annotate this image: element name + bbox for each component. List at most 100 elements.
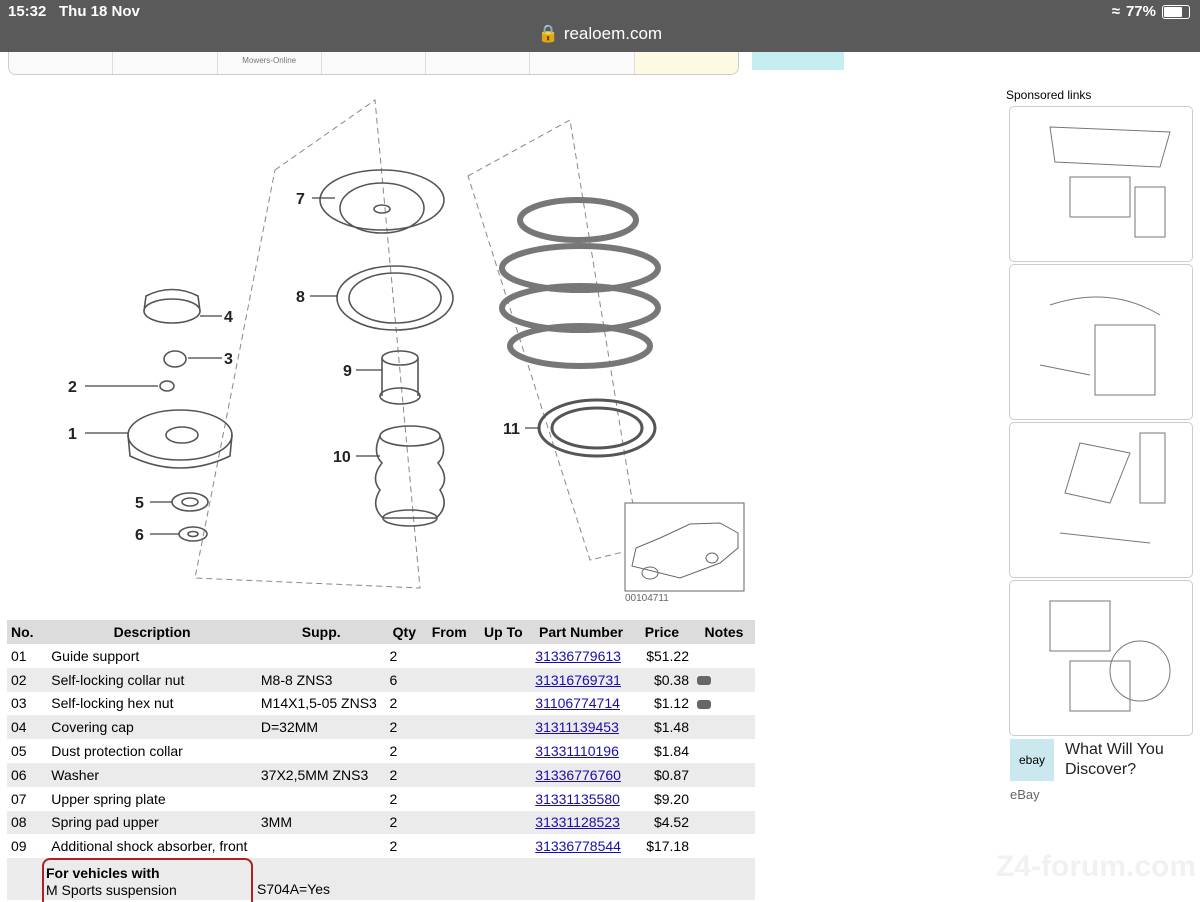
ad-image[interactable] bbox=[1009, 264, 1193, 420]
cell-from bbox=[423, 762, 476, 787]
related-thumb[interactable] bbox=[321, 52, 427, 74]
cell-part-number: 31336776760 bbox=[531, 762, 631, 787]
cell-from bbox=[423, 644, 475, 668]
cell-qty: 2 bbox=[389, 647, 398, 664]
cell-description: Self-locking hex nut bbox=[51, 695, 174, 712]
cell-qty: 6 bbox=[385, 667, 424, 692]
cell-qty: 2 bbox=[389, 743, 398, 760]
cell-description: Spring pad upper bbox=[47, 810, 257, 835]
related-thumb[interactable]: Mowers-Online bbox=[217, 52, 322, 74]
cell-from bbox=[423, 667, 476, 692]
callout-label: 1 bbox=[68, 426, 77, 443]
cell-supp: M8-8 ZNS3 bbox=[256, 667, 386, 692]
table-row: 01 Guide support 2 31336779613 $51.22 bbox=[7, 644, 755, 668]
part-number-link[interactable]: 31336778544 bbox=[535, 838, 621, 854]
cell-description: Guide support bbox=[51, 647, 140, 664]
lock-icon: 🔒 bbox=[537, 24, 560, 43]
address-bar[interactable]: 🔒 realoem.com bbox=[0, 24, 1200, 44]
callout-label: 6 bbox=[135, 527, 144, 544]
cell-upto bbox=[475, 739, 531, 763]
table-header-row: No. Description Supp. Qty From Up To Par… bbox=[7, 620, 755, 644]
washer-drawing bbox=[178, 526, 208, 542]
part-number-link[interactable]: 31106774714 bbox=[535, 695, 620, 711]
cell-no: 09 bbox=[11, 838, 27, 855]
dashboard-diagram-icon bbox=[1049, 126, 1171, 238]
cell-no: 07 bbox=[11, 790, 27, 807]
table-row: 05 Dust protection collar 2 31331110196 $1.8… bbox=[7, 739, 755, 763]
url-text: realoem.com bbox=[563, 24, 663, 43]
related-thumb[interactable] bbox=[530, 52, 635, 74]
cell-qty: 2 bbox=[385, 715, 424, 740]
ad-banner-fragment[interactable] bbox=[752, 52, 844, 70]
cell-supp bbox=[257, 644, 386, 668]
vehicle-condition-value: S704A=Yes bbox=[257, 881, 331, 897]
ad-image[interactable] bbox=[1009, 580, 1193, 736]
part-number-link[interactable]: 31336779613 bbox=[535, 648, 621, 664]
cell-upto bbox=[475, 692, 531, 716]
battery-icon bbox=[1162, 4, 1190, 19]
cell-supp: M14X1,5-05 ZNS3 bbox=[260, 695, 377, 712]
diagram-panel bbox=[467, 119, 641, 561]
table-row: 04 Covering cap D=32MM 2 31311139453 $1.48 bbox=[7, 715, 755, 740]
cell-part-number: 31331128523 bbox=[531, 810, 631, 835]
vehicle-condition-title: For vehicles with bbox=[46, 865, 160, 881]
cell-price: $1.12 bbox=[653, 695, 690, 712]
cell-description: Covering cap bbox=[47, 715, 257, 740]
callout-label: 8 bbox=[296, 289, 305, 306]
part-number-link[interactable]: 31331135580 bbox=[535, 791, 620, 807]
seat-diagram-icon bbox=[1059, 432, 1166, 544]
cell-qty: 2 bbox=[389, 695, 398, 712]
guide-support-drawing bbox=[127, 409, 233, 469]
ad-title[interactable]: What Will You Discover? bbox=[1065, 740, 1190, 780]
cell-supp: 37X2,5MM ZNS3 bbox=[256, 762, 386, 787]
ebay-logo[interactable]: ebay bbox=[1010, 739, 1054, 781]
related-thumb[interactable] bbox=[9, 52, 114, 74]
related-thumb[interactable] bbox=[426, 52, 531, 74]
column-header: Part Number bbox=[531, 620, 631, 644]
cell-from bbox=[423, 810, 476, 835]
cell-part-number: 31336778544 bbox=[531, 834, 631, 858]
cell-qty: 2 bbox=[385, 810, 424, 835]
column-header: Qty bbox=[385, 620, 424, 644]
related-thumb[interactable] bbox=[634, 52, 738, 74]
camera-icon[interactable] bbox=[697, 676, 712, 686]
cooling-diagram-icon bbox=[1039, 296, 1161, 396]
cell-price: $17.18 bbox=[646, 838, 690, 855]
cell-qty: 2 bbox=[389, 838, 398, 855]
callout-label: 2 bbox=[68, 379, 77, 396]
part-number-link[interactable]: 31331128523 bbox=[535, 814, 620, 830]
cell-supp bbox=[257, 834, 386, 858]
status-date: Thu 18 Nov bbox=[59, 3, 140, 20]
callout-label: 11 bbox=[503, 421, 520, 438]
vehicle-condition-row: For vehicles with M Sports suspension S7… bbox=[7, 858, 755, 902]
related-thumb[interactable] bbox=[113, 52, 218, 74]
vehicle-condition-text: M Sports suspension bbox=[46, 882, 177, 898]
cell-notes bbox=[693, 787, 755, 811]
cell-no: 06 bbox=[7, 762, 48, 787]
cell-part-number: 31331135580 bbox=[531, 787, 631, 811]
part-number-link[interactable]: 31311139453 bbox=[535, 719, 619, 735]
cell-notes bbox=[693, 715, 755, 740]
cell-part-number: 31106774714 bbox=[531, 692, 631, 716]
cell-upto bbox=[475, 787, 531, 811]
part-number-link[interactable]: 31331110196 bbox=[535, 743, 619, 759]
part-number-link[interactable]: 31316769731 bbox=[535, 672, 621, 688]
callout-label: 5 bbox=[135, 495, 144, 512]
cell-upto bbox=[475, 644, 531, 668]
related-diagrams-strip: Mowers-Online bbox=[8, 52, 739, 75]
camera-icon[interactable] bbox=[697, 700, 712, 710]
cell-upto bbox=[475, 834, 531, 858]
cell-price: $1.84 bbox=[653, 743, 690, 760]
cell-no: 01 bbox=[11, 647, 27, 664]
cell-supp bbox=[257, 739, 386, 763]
sponsored-label: Sponsored links bbox=[1006, 88, 1092, 102]
covering-cap-drawing bbox=[143, 288, 201, 324]
part-number-link[interactable]: 31336776760 bbox=[535, 767, 621, 783]
cell-notes bbox=[693, 739, 755, 763]
watermark: Z4-forum.com bbox=[996, 850, 1197, 883]
ad-image[interactable] bbox=[1009, 422, 1193, 578]
callout-label: 4 bbox=[224, 309, 233, 326]
callout-label: 3 bbox=[224, 351, 233, 368]
ad-image[interactable] bbox=[1009, 106, 1193, 262]
column-header: Notes bbox=[693, 620, 755, 644]
